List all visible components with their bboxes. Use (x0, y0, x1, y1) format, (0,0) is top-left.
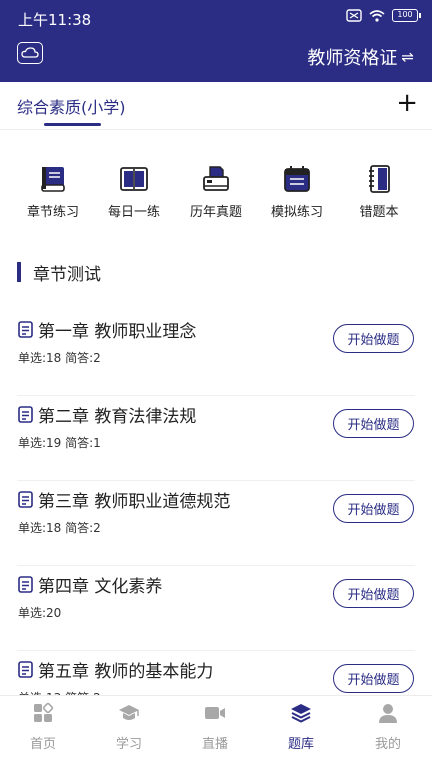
document-icon (18, 491, 33, 508)
tab-label: 首页 (29, 737, 56, 752)
status-bar: 上午11:38 100 (0, 0, 432, 36)
chapter-title: 第三章 教师职业道德规范 (38, 492, 231, 512)
tab-home[interactable]: 首页 (0, 702, 86, 752)
document-icon (18, 576, 33, 593)
subject-tab[interactable]: 综合素质(小学) (17, 94, 126, 118)
quick-label: 每日一练 (107, 205, 160, 220)
tab-question-bank[interactable]: 题库 (258, 702, 344, 752)
tab-live[interactable]: 直播 (172, 702, 258, 752)
chapter-item[interactable]: 第二章 教育法律法规 单选:19 简答:1 开始做题 (17, 395, 415, 481)
chapter-meta: 单选:19 简答:1 (18, 436, 101, 450)
battery-indicator: 100 (392, 9, 421, 22)
chapter-item[interactable]: 第三章 教师职业道德规范 单选:18 简答:2 开始做题 (17, 480, 415, 566)
start-practice-button[interactable]: 开始做题 (333, 324, 414, 353)
tab-me[interactable]: 我的 (345, 702, 431, 752)
quick-actions: 章节练习 每日一练 历年真题 模拟练习 错题本 (0, 160, 432, 220)
plus-icon[interactable]: + (396, 90, 418, 116)
chapter-title: 第二章 教育法律法规 (38, 407, 197, 427)
tab-label: 我的 (374, 737, 401, 752)
document-icon (18, 406, 33, 423)
chapter-title: 第一章 教师职业理念 (38, 322, 197, 342)
chapter-item[interactable]: 第四章 文化素养 单选:20 开始做题 (17, 565, 415, 651)
layers-icon (291, 704, 311, 723)
calendar-icon (284, 166, 310, 192)
tab-label: 直播 (201, 737, 228, 752)
wifi-icon (369, 10, 385, 22)
video-icon (205, 707, 225, 719)
grad-cap-icon (119, 705, 139, 720)
quick-chapter-practice[interactable]: 章节练习 (13, 160, 93, 220)
start-practice-button[interactable]: 开始做题 (333, 494, 414, 523)
document-icon (18, 321, 33, 338)
cloud-logo-icon[interactable] (17, 42, 43, 64)
chapter-title: 第四章 文化素养 (38, 577, 163, 597)
section-title: 章节测试 (33, 264, 101, 285)
app-header: 上午11:38 100 教师资格证 ⇌ (0, 0, 432, 82)
start-practice-button[interactable]: 开始做题 (333, 409, 414, 438)
section-accent-bar (17, 262, 21, 282)
section-header: 章节测试 (17, 261, 101, 285)
chapter-title: 第五章 教师的基本能力 (38, 662, 214, 682)
status-icons: 100 (346, 9, 421, 22)
header-title: 教师资格证 (307, 48, 398, 69)
mute-icon (346, 9, 362, 22)
quick-mistake-book[interactable]: 错题本 (339, 160, 419, 220)
bottom-tab-bar: 首页 学习 直播 题库 我的 (0, 695, 432, 768)
tab-label: 题库 (287, 737, 314, 752)
tab-label: 学习 (115, 737, 142, 752)
chapter-meta: 单选:18 简答:2 (18, 351, 101, 365)
start-practice-button[interactable]: 开始做题 (333, 664, 414, 693)
printer-icon (203, 166, 229, 191)
start-practice-button[interactable]: 开始做题 (333, 579, 414, 608)
quick-label: 错题本 (359, 205, 399, 220)
subject-bar: 综合素质(小学) + (0, 82, 432, 130)
swap-icon: ⇌ (401, 48, 414, 66)
open-book-icon (120, 167, 148, 191)
quick-mock-practice[interactable]: 模拟练习 (257, 160, 337, 220)
home-icon (34, 702, 54, 722)
exam-switcher[interactable]: 教师资格证 ⇌ (307, 44, 414, 70)
tab-study[interactable]: 学习 (86, 702, 172, 752)
document-icon (18, 661, 33, 678)
book-icon (41, 167, 65, 192)
chapter-meta: 单选:20 (18, 606, 62, 620)
chapter-meta: 单选:18 简答:2 (18, 521, 101, 535)
quick-label: 历年真题 (189, 205, 242, 220)
user-icon (379, 704, 397, 723)
chapter-item[interactable]: 第一章 教师职业理念 单选:18 简答:2 开始做题 (17, 310, 415, 396)
status-time: 上午11:38 (18, 11, 92, 29)
subject-tab-indicator (44, 123, 101, 126)
quick-label: 章节练习 (26, 205, 79, 220)
notebook-icon (369, 165, 390, 193)
quick-past-exams[interactable]: 历年真题 (176, 160, 256, 220)
quick-daily-practice[interactable]: 每日一练 (94, 160, 174, 220)
quick-label: 模拟练习 (270, 205, 323, 220)
